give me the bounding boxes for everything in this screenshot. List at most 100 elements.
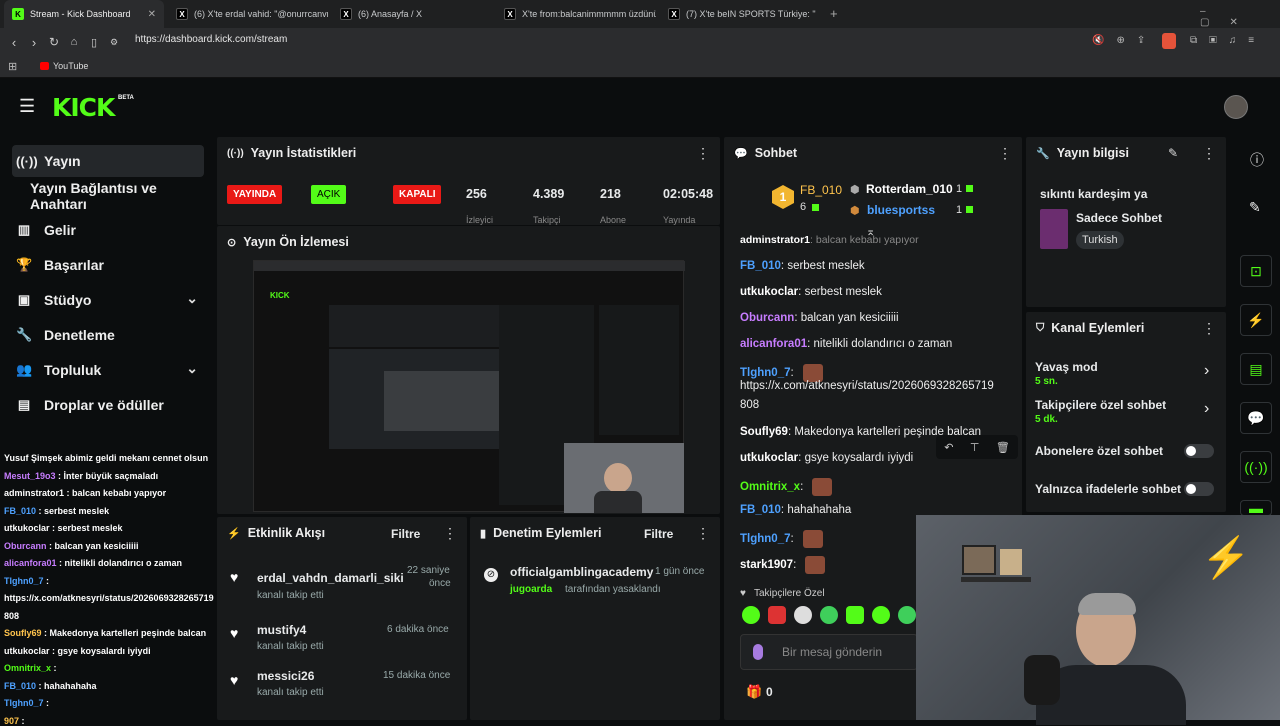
chat-message[interactable]: Soufly69: Makedonya kartelleri peşinde b…	[740, 426, 981, 438]
sidebar-item-achievements[interactable]: 🏆 Başarılar	[12, 249, 204, 281]
url-field[interactable]: https://dashboard.kick.com/stream	[135, 34, 287, 45]
emote-icon[interactable]	[872, 606, 890, 624]
chat-username[interactable]: utkukoclar	[740, 452, 798, 464]
chat-username[interactable]: Soufly69	[740, 426, 788, 438]
back-icon[interactable]: ‹	[4, 35, 24, 50]
screenshot-icon[interactable]: ⊡	[1240, 255, 1272, 287]
chevron-down-icon[interactable]: ⌄	[186, 290, 198, 307]
tab-x-balcan[interactable]: X X'te from:balcanimmmmm üzdünüz	[496, 0, 656, 28]
chat-message[interactable]: utkukoclar: serbest meslek	[740, 286, 882, 298]
sidebar-item-community[interactable]: 👥 Topluluk ⌄	[12, 354, 204, 386]
activity-user[interactable]: erdal_vahdn_damarli_siki	[257, 571, 404, 585]
chat-message[interactable]: stark1907:	[740, 556, 826, 574]
brave-shield-icon[interactable]	[1162, 33, 1176, 49]
more-options-icon[interactable]: ⋮	[696, 525, 710, 542]
leaderboard-user-1[interactable]: FB_010	[800, 183, 842, 197]
sidebar-item-drops[interactable]: ▤ Droplar ve ödüller	[12, 389, 204, 421]
new-tab-icon[interactable]: +	[830, 6, 838, 21]
category-thumbnail[interactable]	[1040, 209, 1068, 249]
sidebar-item-stream[interactable]: ((·)) Yayın	[12, 145, 204, 177]
avatar[interactable]	[1224, 95, 1248, 119]
chat-message[interactable]: adminstrator1: balcan kebabı yapıyor	[740, 234, 919, 246]
camera-icon[interactable]: ▬	[1240, 500, 1272, 516]
chat-username[interactable]: FB_010	[740, 260, 781, 272]
emote-icon[interactable]	[898, 606, 916, 624]
emote-icon[interactable]	[768, 606, 786, 624]
leaderboard-user-2[interactable]: Rotterdam_010	[866, 182, 953, 196]
microphone-icon[interactable]	[753, 644, 763, 660]
leaderboard-user-3[interactable]: bluesportss	[867, 203, 935, 217]
broadcast-icon[interactable]: ((·))	[1240, 451, 1272, 483]
chevron-right-icon[interactable]: ›	[1204, 362, 1209, 380]
chat-username[interactable]: utkukoclar	[740, 286, 798, 298]
bookmark-youtube[interactable]: YouTube	[53, 61, 88, 71]
more-options-icon[interactable]: ⋮	[443, 525, 457, 542]
tab-x-erdal[interactable]: X (6) X'te erdal vahid: "@onurrcanvm	[168, 0, 328, 28]
more-options-icon[interactable]: ⋮	[998, 145, 1012, 162]
subscribers-only-toggle[interactable]	[1184, 444, 1214, 458]
on-badge[interactable]: AÇIK	[311, 185, 347, 204]
apps-grid-icon[interactable]: ⊞	[8, 60, 17, 73]
menu-icon[interactable]: ☰	[19, 96, 35, 117]
gift-box-icon[interactable]: 🎁	[746, 684, 762, 700]
kick-logo[interactable]: KICK	[52, 93, 115, 122]
chat-message[interactable]: utkukoclar: gsye koysalardı iyiydi	[740, 452, 913, 464]
chat-username[interactable]: adminstrator1	[740, 234, 810, 246]
off-badge[interactable]: KAPALI	[393, 185, 442, 204]
chevron-down-icon[interactable]: ⌄	[186, 360, 198, 377]
window-controls[interactable]: –▢✕	[1200, 6, 1280, 28]
pin-icon[interactable]: ⊤	[970, 441, 980, 454]
sidebar-item-studio[interactable]: ▣ Stüdyo ⌄	[12, 284, 204, 316]
reload-icon[interactable]: ↻	[44, 35, 64, 49]
emote-icon[interactable]	[742, 606, 760, 624]
chat-username[interactable]: Omnitrix_x	[740, 481, 800, 493]
edit-icon[interactable]: ✎	[1168, 146, 1178, 160]
chat-username[interactable]: alicanfora01	[740, 338, 807, 350]
extension-icons[interactable]: ⧉▣♫≡	[1190, 35, 1266, 46]
home-icon[interactable]: ⌂	[64, 36, 84, 48]
category-name[interactable]: Sadece Sohbet	[1076, 211, 1162, 225]
chat-message[interactable]: Omnitrix_x:	[740, 478, 833, 496]
address-bar-icons[interactable]: 🔇⊕⇪	[1092, 35, 1157, 46]
more-options-icon[interactable]: ⋮	[1202, 145, 1216, 162]
emote-icon[interactable]	[820, 606, 838, 624]
preview-video[interactable]: KICK	[253, 260, 685, 513]
bookmark-icon[interactable]: ▯	[84, 36, 104, 49]
site-info-icon[interactable]: ⚙	[104, 37, 124, 48]
chat-message[interactable]: alicanfora01: nitelikli dolandırıcı o za…	[740, 338, 952, 350]
chat-username[interactable]: Tlghn0_7	[740, 367, 790, 379]
notes-icon[interactable]: ▤	[1240, 353, 1272, 385]
chat-message[interactable]: FB_010: hahahahaha	[740, 504, 851, 516]
close-tab-icon[interactable]: ✕	[148, 9, 156, 20]
tab-kick-dashboard[interactable]: K Stream - Kick Dashboard ✕	[4, 0, 164, 28]
chat-message[interactable]: Tlghn0_7:	[740, 530, 823, 548]
pencil-icon[interactable]: ✎	[1249, 199, 1261, 216]
language-tag[interactable]: Turkish	[1076, 231, 1124, 249]
forward-icon[interactable]: ›	[24, 35, 44, 50]
info-icon[interactable]: ⓘ	[1250, 150, 1264, 170]
chat-username[interactable]: Tlghn0_7	[740, 533, 790, 545]
more-options-icon[interactable]: ⋮	[1202, 320, 1216, 337]
activity-user[interactable]: mustify4	[257, 623, 306, 637]
chat-message[interactable]: https://x.com/atknesyri/status/202606932…	[740, 380, 994, 392]
sidebar-item-revenue[interactable]: ▥ Gelir	[12, 214, 204, 246]
chat-message[interactable]: FB_010: serbest meslek	[740, 260, 865, 272]
chat-username[interactable]: FB_010	[740, 504, 781, 516]
sidebar-item-stream-key[interactable]: Yayın Bağlantısı ve Anahtarı	[12, 180, 204, 212]
chat-username[interactable]: Oburcann	[740, 312, 794, 324]
chat-username[interactable]: stark1907	[740, 559, 793, 571]
tab-x-home[interactable]: X (6) Anasayfa / X	[332, 0, 492, 28]
chat-message[interactable]: 808	[740, 399, 759, 411]
sidebar-item-moderation[interactable]: 🔧 Denetleme	[12, 319, 204, 351]
filter-button[interactable]: Filtre	[391, 527, 420, 541]
emote-icon[interactable]	[846, 606, 864, 624]
chat-message-input[interactable]: Bir mesaj gönderin	[740, 634, 918, 670]
chat-message[interactable]: Oburcann: balcan yan kesiciiiii	[740, 312, 899, 324]
more-options-icon[interactable]: ⋮	[696, 145, 710, 162]
tab-x-bein[interactable]: X (7) X'te beIN SPORTS Türkiye: "	[660, 0, 820, 28]
moderator-name[interactable]: jugoarda	[510, 584, 552, 595]
delete-icon[interactable]: 🗑	[996, 441, 1010, 454]
emote-icon[interactable]	[794, 606, 812, 624]
chevron-right-icon[interactable]: ›	[1204, 400, 1209, 418]
filter-button[interactable]: Filtre	[644, 527, 673, 541]
